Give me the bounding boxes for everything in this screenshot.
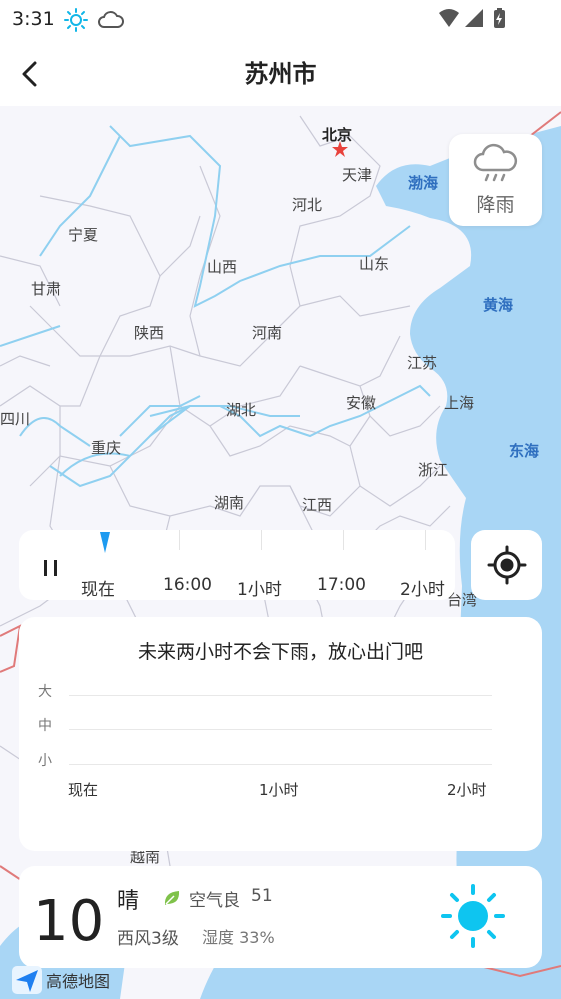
x-axis-label: 现在 — [68, 781, 99, 799]
timeline-tick — [425, 530, 426, 550]
timeline-tick — [343, 530, 344, 550]
map-label-3: 河北 — [292, 196, 323, 214]
map-label-5: 山西 — [207, 258, 238, 276]
timeline-label: 现在 — [81, 580, 115, 600]
precipitation-forecast-card: 未来两小时不会下雨，放心出门吧 大 中 小 现在 1小时 2小时 — [19, 617, 542, 851]
weather-condition: 晴 — [117, 889, 140, 914]
locate-target-icon — [487, 545, 526, 585]
x-axis-label: 1小时 — [259, 781, 299, 799]
timeline-label: 1小时 — [237, 580, 282, 600]
timeline-label: 16:00 — [163, 575, 212, 595]
map-label-1: 天津 — [342, 166, 373, 184]
header-bar: 苏州市 — [0, 40, 561, 106]
timeline-label: 17:00 — [317, 575, 366, 595]
sun-icon — [64, 8, 88, 36]
rain-cloud-icon — [473, 143, 518, 182]
grid-line — [69, 695, 492, 696]
amap-logo: 高德地图 — [12, 966, 110, 994]
map-label-4: 宁夏 — [68, 226, 99, 244]
map-label-20: 江西 — [302, 496, 333, 514]
map-label-10: 河南 — [252, 324, 283, 342]
cloud-icon — [98, 8, 124, 36]
timeline-tick — [179, 530, 180, 550]
grid-line — [69, 764, 492, 765]
grid-line — [69, 729, 492, 730]
timeline-label: 2小时 — [400, 580, 445, 600]
map-label-8: 黄海 — [483, 296, 514, 314]
map-label-14: 安徽 — [346, 394, 377, 412]
y-axis-label: 大 — [38, 684, 52, 700]
map-label-0: 北京 — [322, 126, 353, 144]
wind-info: 西风3级 — [117, 929, 179, 949]
forecast-message: 未来两小时不会下雨，放心出门吧 — [137, 641, 423, 663]
humidity-info: 湿度 33% — [202, 928, 275, 947]
aqi-label: 空气良 — [189, 891, 240, 911]
leaf-icon — [164, 891, 180, 905]
map-label-9: 陕西 — [134, 324, 165, 342]
rain-timeline[interactable]: 现在 16:00 1小时 17:00 2小时 — [19, 530, 455, 600]
current-weather-card[interactable]: 10 晴 空气良 51 西风3级 湿度 33% — [19, 866, 542, 968]
page-title: 苏州市 — [244, 60, 317, 88]
rain-layer-label: 降雨 — [476, 194, 515, 216]
timeline-marker-icon[interactable] — [99, 532, 111, 554]
map-label-16: 东海 — [509, 442, 540, 460]
map-label-17: 重庆 — [91, 439, 122, 457]
map-label-2: 渤海 — [408, 174, 439, 192]
pause-icon — [44, 560, 57, 576]
pause-button[interactable] — [39, 556, 63, 580]
aqi-value: 51 — [251, 886, 273, 906]
map-label-11: 江苏 — [407, 354, 438, 372]
map-label-12: 四川 — [0, 410, 31, 428]
y-axis-label: 中 — [38, 718, 52, 734]
battery-icon — [494, 8, 505, 28]
map-label-6: 山东 — [359, 255, 390, 273]
map-label-19: 湖南 — [214, 494, 245, 512]
locate-button[interactable] — [471, 530, 542, 600]
map-label-7: 甘肃 — [31, 280, 62, 298]
status-bar: 3:31 — [0, 0, 561, 40]
amap-logo-text: 高德地图 — [46, 972, 111, 991]
x-axis-label: 2小时 — [447, 781, 487, 799]
sun-icon — [441, 884, 505, 948]
y-axis-label: 小 — [38, 753, 52, 769]
map-label-13: 湖北 — [226, 401, 257, 419]
wifi-icon — [439, 9, 459, 27]
status-time: 3:31 — [12, 8, 55, 30]
temperature: 10 — [33, 889, 105, 954]
map-label-15: 上海 — [444, 394, 475, 412]
rain-layer-button[interactable]: 降雨 — [449, 134, 542, 226]
timeline-tick — [261, 530, 262, 550]
signal-icon — [465, 9, 483, 27]
amap-arrow-icon — [12, 966, 42, 994]
map-label-18: 浙江 — [418, 461, 449, 479]
status-icons — [437, 7, 517, 35]
